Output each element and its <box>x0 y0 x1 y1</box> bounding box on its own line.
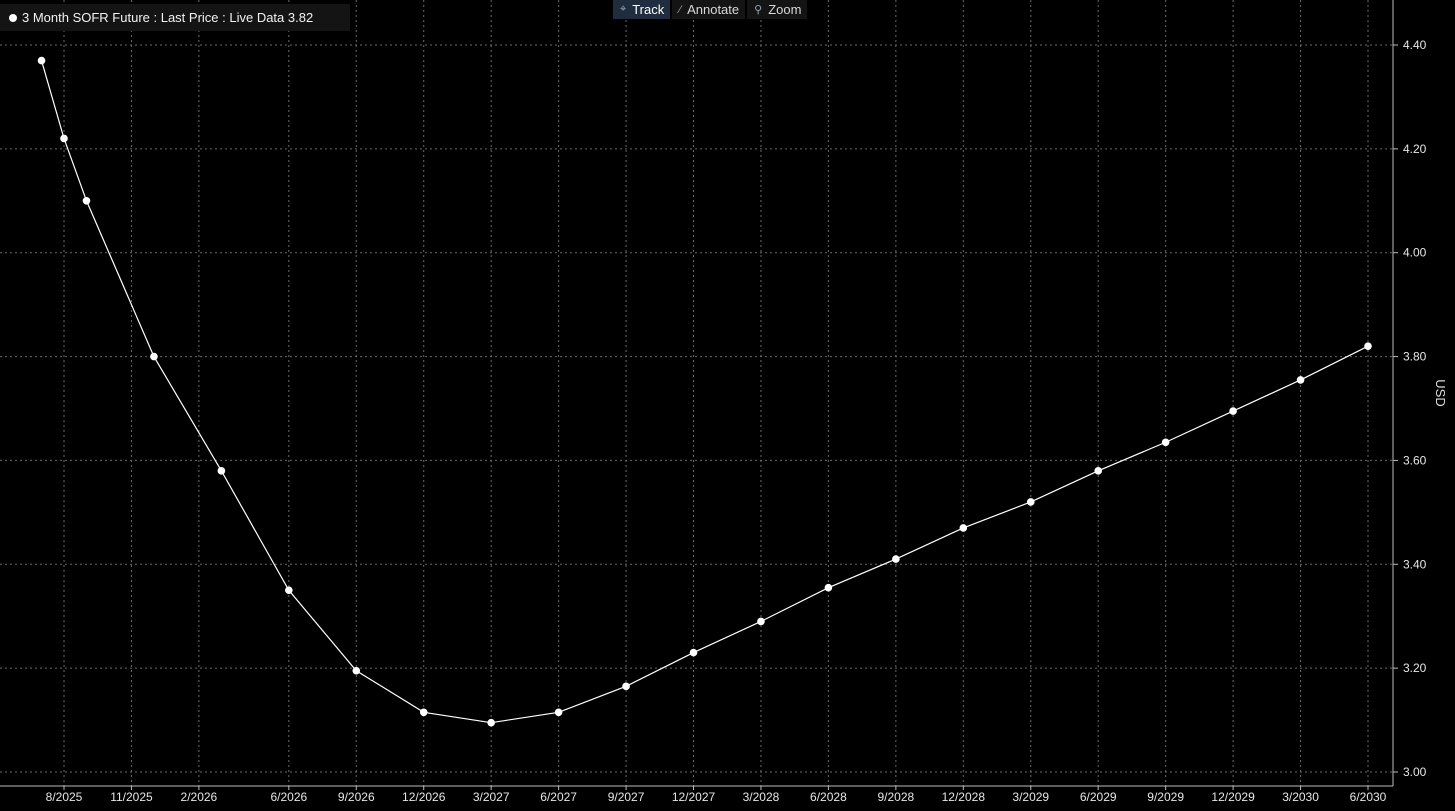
data-point[interactable] <box>419 708 428 717</box>
y-tick-label: 3.20 <box>1403 661 1427 675</box>
x-tick-label: 6/2030 <box>1350 790 1387 804</box>
series-legend: 3 Month SOFR Future : Last Price : Live … <box>0 4 350 31</box>
price-series <box>37 56 1372 727</box>
data-point[interactable] <box>622 682 630 691</box>
x-tick-label: 9/2027 <box>608 790 645 804</box>
track-label: Track <box>632 2 665 17</box>
x-tick-label: 9/2026 <box>338 790 375 804</box>
crosshair-icon: ⌖ <box>620 3 627 15</box>
x-tick-label: 6/2029 <box>1080 790 1117 804</box>
track-button[interactable]: ⌖ Track <box>613 0 671 19</box>
data-point[interactable] <box>892 555 900 563</box>
series-line <box>40 60 1369 724</box>
data-point[interactable] <box>554 708 563 717</box>
data-point[interactable] <box>757 617 765 626</box>
magnifier-icon: ⚲ <box>754 4 763 16</box>
data-point[interactable] <box>60 134 68 143</box>
x-tick-label: 6/2028 <box>810 790 847 804</box>
y-tick-label: 4.20 <box>1403 142 1427 156</box>
x-tick-label: 9/2029 <box>1147 790 1184 804</box>
annotate-label: Annotate <box>687 2 740 17</box>
x-tick-label: 3/2027 <box>473 790 510 804</box>
data-point[interactable] <box>37 56 46 65</box>
series-dot-icon <box>9 13 17 22</box>
y-tick-label: 3.60 <box>1403 453 1427 467</box>
x-tick-label: 8/2025 <box>46 790 83 804</box>
data-point[interactable] <box>1364 342 1372 350</box>
x-tick-label: 3/2030 <box>1282 790 1319 804</box>
data-point[interactable] <box>217 467 226 475</box>
data-point[interactable] <box>1161 438 1170 447</box>
zoom-button[interactable]: ⚲ Zoom <box>747 0 808 19</box>
data-point[interactable] <box>150 352 158 361</box>
data-point[interactable] <box>824 583 833 592</box>
data-point[interactable] <box>689 648 698 657</box>
y-axis: 4.40 4.20 4.00 3.80 3.60 3.40 3.20 3.00 <box>0 0 1427 787</box>
chart-gridlines <box>0 0 1393 786</box>
x-tick-label: 6/2027 <box>540 790 577 804</box>
x-tick-label: 12/2026 <box>402 790 446 804</box>
x-tick-label: 12/2029 <box>1211 790 1255 804</box>
y-tick-label: 3.00 <box>1403 765 1427 779</box>
x-tick-label: 3/2028 <box>743 790 780 804</box>
x-tick-label: 12/2027 <box>672 790 716 804</box>
data-point[interactable] <box>285 586 293 595</box>
x-tick-label: 9/2028 <box>878 790 915 804</box>
pencil-icon: ∕ <box>679 3 682 16</box>
data-point[interactable] <box>959 524 968 532</box>
y-tick-label: 4.00 <box>1403 246 1427 260</box>
data-point[interactable] <box>1229 407 1237 415</box>
sofr-curve-chart: 4.40 4.20 4.00 3.80 3.60 3.40 3.20 3.00 8/2025 1… <box>0 0 1448 804</box>
x-tick-label: 11/2025 <box>110 790 153 804</box>
data-point[interactable] <box>352 666 361 675</box>
y-tick-label: 4.40 <box>1403 38 1427 52</box>
x-tick-label: 3/2029 <box>1012 790 1049 804</box>
data-point[interactable] <box>487 718 495 727</box>
data-point[interactable] <box>1296 376 1305 384</box>
zoom-label: Zoom <box>768 2 802 17</box>
data-point[interactable] <box>82 196 91 205</box>
x-tick-label: 12/2028 <box>942 790 986 804</box>
data-point[interactable] <box>1094 467 1103 475</box>
annotate-button[interactable]: ∕ Annotate <box>672 0 746 19</box>
x-axis: 8/2025 11/2025 2/2026 6/2026 9/2026 12/2026 3/… <box>46 786 1387 804</box>
x-tick-label: 6/2026 <box>270 790 307 804</box>
data-point[interactable] <box>1026 498 1035 506</box>
y-tick-label: 3.80 <box>1403 350 1427 364</box>
chart-toolbar: ⌖ Track ∕ Annotate ⚲ Zoom <box>613 0 809 19</box>
legend-label: 3 Month SOFR Future : Last Price : Live … <box>22 10 314 25</box>
y-axis-label: USD <box>1433 379 1448 406</box>
x-tick-label: 2/2026 <box>181 790 218 804</box>
y-tick-label: 3.40 <box>1403 557 1427 571</box>
